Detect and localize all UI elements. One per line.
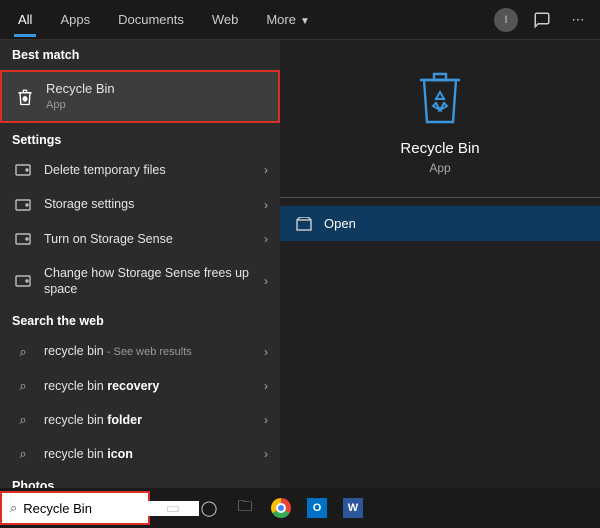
feedback-icon[interactable] (524, 0, 560, 39)
tab-all[interactable]: All (4, 2, 46, 37)
settings-header: Settings (0, 125, 280, 153)
open-action[interactable]: Open (280, 206, 600, 241)
tab-documents[interactable]: Documents (104, 2, 198, 37)
result-label: recycle bin icon (44, 446, 264, 462)
result-label: Change how Storage Sense frees up space (44, 265, 264, 298)
settings-item[interactable]: Change how Storage Sense frees up space … (0, 256, 280, 307)
result-label: recycle bin - See web results (44, 343, 264, 359)
task-view-icon[interactable]: ▭ (158, 493, 188, 523)
result-label: Storage settings (44, 196, 264, 212)
tab-apps[interactable]: Apps (46, 2, 104, 37)
search-icon: ⌕ (12, 344, 34, 360)
chevron-right-icon: › (264, 198, 268, 212)
best-match-header: Best match (0, 40, 280, 68)
file-explorer-icon[interactable]: 🗀 (230, 493, 260, 523)
cortana-icon[interactable]: ◯ (194, 493, 224, 523)
tab-web[interactable]: Web (198, 2, 253, 37)
storage-icon (12, 199, 34, 211)
storage-icon (12, 233, 34, 245)
taskbar: ⌕ ▭ ◯ 🗀 O W (0, 488, 600, 528)
storage-icon (12, 275, 34, 287)
outlook-icon[interactable]: O (302, 493, 332, 523)
preview-title: Recycle Bin (400, 140, 479, 157)
web-result[interactable]: ⌕ recycle bin folder › (0, 403, 280, 437)
search-icon: ⌕ (10, 500, 17, 516)
result-label: recycle bin recovery (44, 378, 264, 394)
open-label: Open (324, 216, 356, 231)
web-result[interactable]: ⌕ recycle bin recovery › (0, 369, 280, 403)
divider (280, 197, 600, 198)
chevron-right-icon: › (264, 345, 268, 359)
results-panel: Best match Recycle Bin App Settings Dele… (0, 40, 280, 488)
more-options-icon[interactable]: ⋯ (560, 0, 596, 39)
open-icon (296, 217, 312, 231)
best-match-title: Recycle Bin (46, 81, 266, 98)
search-icon: ⌕ (12, 446, 34, 462)
chevron-down-icon: ▼ (300, 16, 310, 27)
web-result[interactable]: ⌕ recycle bin icon › (0, 437, 280, 471)
storage-icon (12, 164, 34, 176)
search-box[interactable]: ⌕ (0, 491, 150, 525)
best-match-kind: App (46, 98, 266, 112)
settings-item[interactable]: Storage settings › (0, 187, 280, 221)
result-label: Turn on Storage Sense (44, 231, 264, 247)
recycle-bin-icon (14, 87, 36, 107)
avatar[interactable]: I (488, 0, 524, 39)
web-header: Search the web (0, 306, 280, 334)
chevron-right-icon: › (264, 447, 268, 461)
settings-item[interactable]: Turn on Storage Sense › (0, 222, 280, 256)
tab-more[interactable]: More▼ (252, 2, 324, 37)
search-icon: ⌕ (12, 378, 34, 394)
chevron-right-icon: › (264, 232, 268, 246)
result-label: Delete temporary files (44, 162, 264, 178)
settings-item[interactable]: Delete temporary files › (0, 153, 280, 187)
best-match-result[interactable]: Recycle Bin App (0, 70, 280, 123)
recycle-bin-icon (414, 68, 466, 126)
chevron-right-icon: › (264, 379, 268, 393)
photos-header: Photos (0, 471, 280, 488)
result-label: recycle bin folder (44, 412, 264, 428)
chrome-icon[interactable] (266, 493, 296, 523)
preview-panel: Recycle Bin App Open (280, 40, 600, 488)
preview-kind: App (429, 161, 450, 175)
chevron-right-icon: › (264, 163, 268, 177)
chevron-right-icon: › (264, 274, 268, 288)
search-tabs: All Apps Documents Web More▼ I ⋯ (0, 0, 600, 40)
word-icon[interactable]: W (338, 493, 368, 523)
search-icon: ⌕ (12, 412, 34, 428)
chevron-right-icon: › (264, 413, 268, 427)
web-result[interactable]: ⌕ recycle bin - See web results › (0, 334, 280, 368)
